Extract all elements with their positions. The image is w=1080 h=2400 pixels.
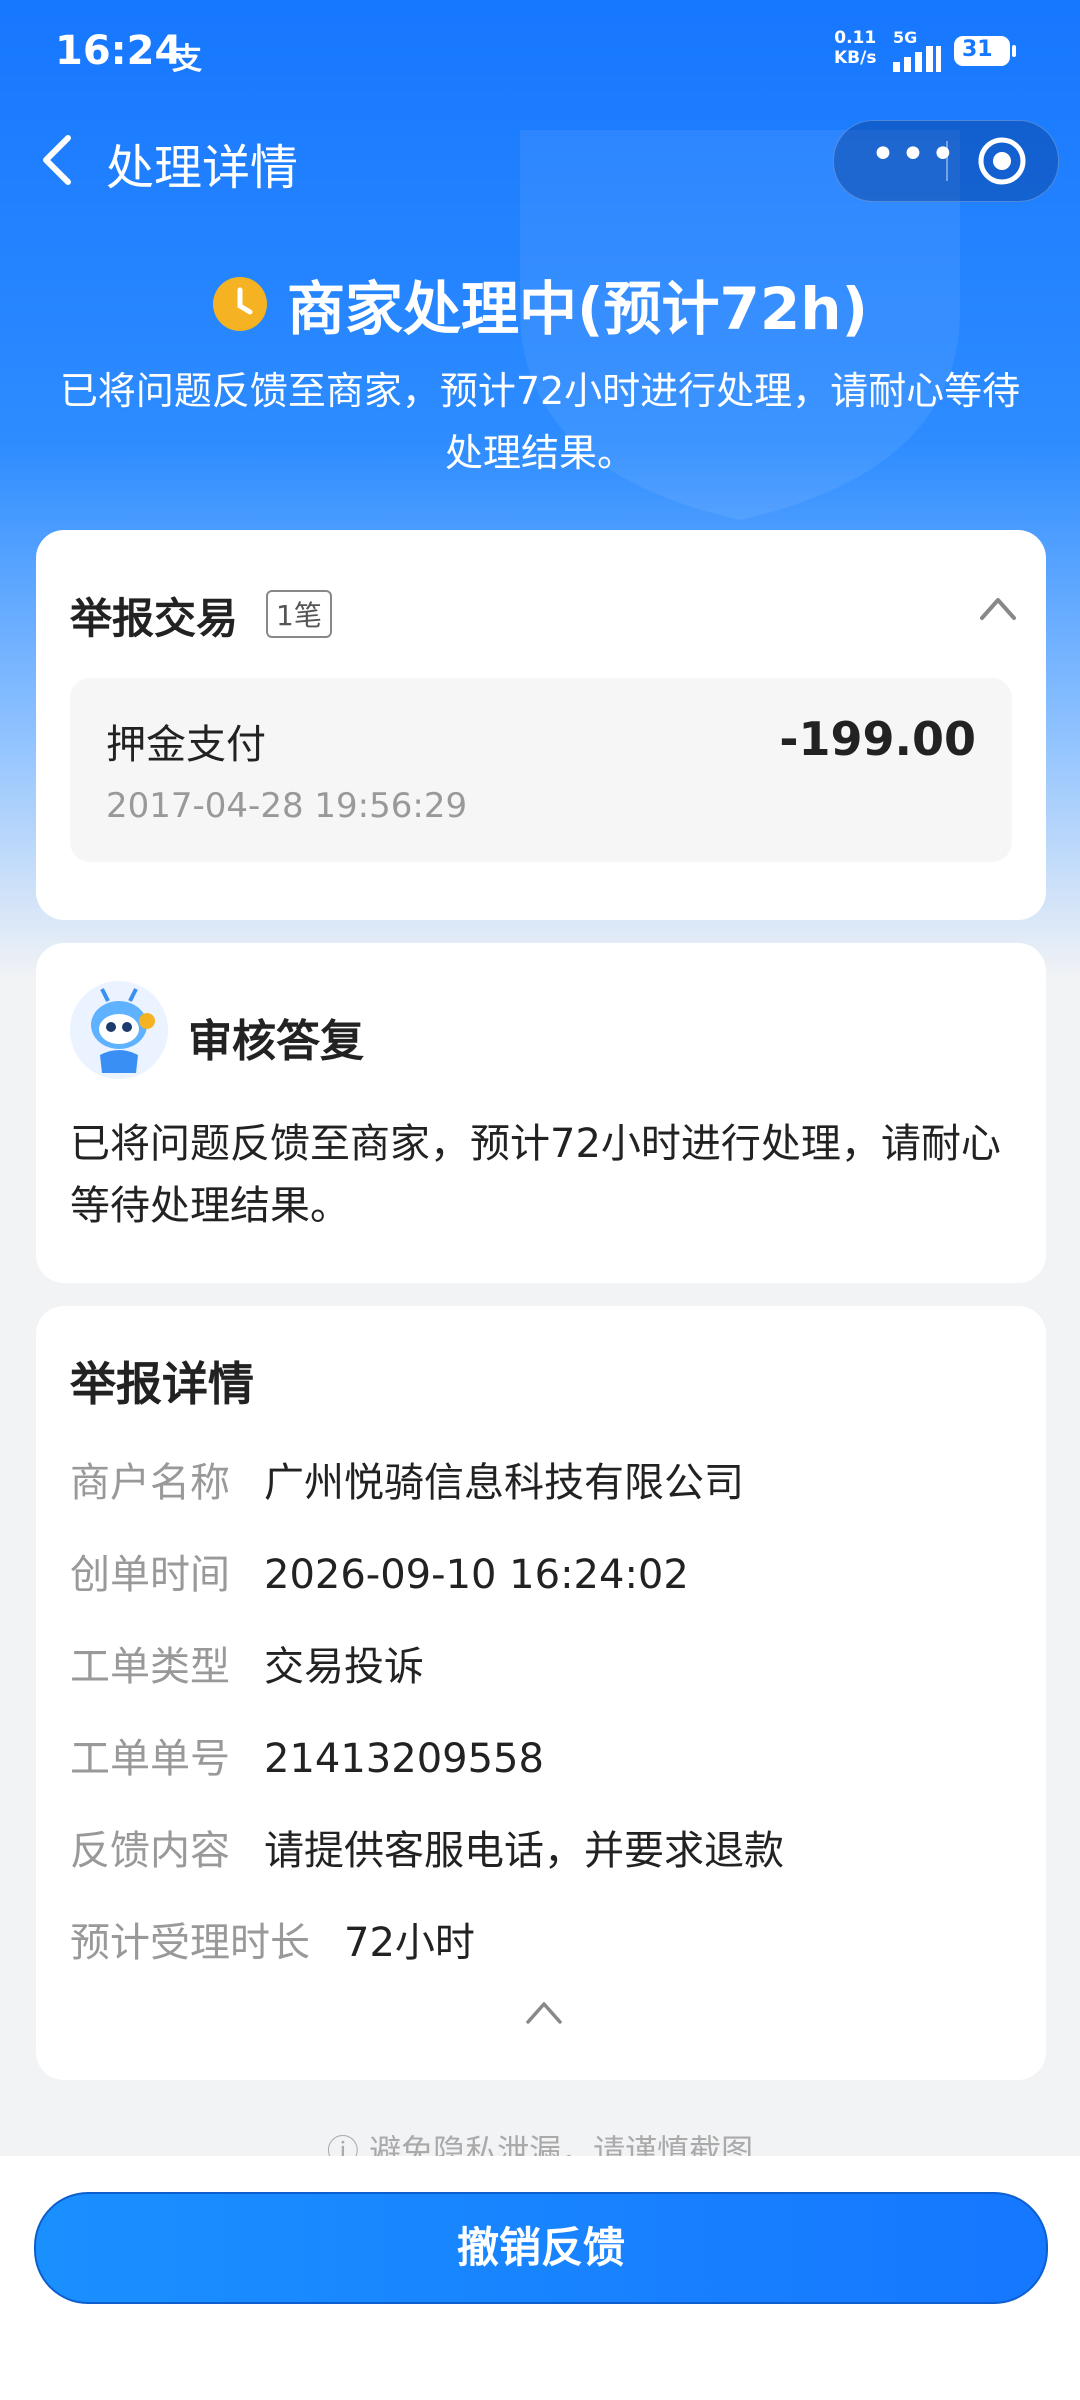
network-speed-value: 0.11: [834, 28, 877, 48]
status-description: 已将问题反馈至商家，预计72小时进行处理，请耐心等待处理结果。: [59, 369, 1021, 475]
transaction-name: 押金支付: [106, 722, 266, 768]
assistant-avatar: [70, 981, 168, 1079]
detail-row-merchant: 商户名称 广州悦骑信息科技有限公司: [70, 1450, 744, 1508]
network-speed-unit: KB/s: [834, 48, 877, 68]
report-transaction-title: 举报交易: [70, 594, 239, 643]
detail-row-created-time: 创单时间 2026-09-10 16:24:02: [70, 1542, 689, 1600]
chevron-up-icon[interactable]: [978, 590, 1018, 626]
network-speed: 0.11 KB/s: [834, 28, 876, 68]
transaction-item[interactable]: 押金支付 -199.00 2017-04-28 19:56:29: [70, 678, 1012, 862]
report-details-title: 举报详情: [70, 1357, 254, 1411]
review-reply-card: 审核答复 已将问题反馈至商家，预计72小时进行处理，请耐心等待处理结果。: [36, 943, 1046, 1283]
robot-mascot-icon: [70, 981, 168, 1079]
report-transaction-card: 举报交易 1笔 押金支付 -199.00 2017-04-28 19:56:29: [36, 530, 1046, 920]
clock-icon: [212, 277, 267, 331]
bottom-action-bar: 撤销反馈: [0, 2156, 1080, 2400]
review-reply-body: 已将问题反馈至商家，预计72小时进行处理，请耐心等待处理结果。: [70, 1121, 1001, 1229]
processing-status: 商家处理中(预计72h): [0, 262, 1080, 346]
signal-icon: [893, 46, 941, 72]
battery-level: 31: [962, 37, 993, 62]
detail-label: 工单类型: [70, 1644, 230, 1690]
detail-row-expected-duration: 预计受理时长 72小时: [70, 1910, 475, 1968]
battery-icon: 31: [954, 36, 1016, 66]
mini-program-capsule: •••: [833, 120, 1059, 202]
detail-value: 2026-09-10 16:24:02: [264, 1552, 689, 1598]
detail-value: 广州悦骑信息科技有限公司: [264, 1460, 744, 1506]
detail-value: 72小时: [344, 1920, 475, 1966]
collapse-chevron-icon[interactable]: [524, 1996, 564, 2028]
detail-row-feedback-content: 反馈内容 请提供客服电话，并要求退款: [70, 1818, 784, 1876]
alipay-notification-icon: 支: [172, 42, 202, 77]
detail-value: 21413209558: [264, 1736, 544, 1782]
close-mini-program-icon[interactable]: [976, 135, 1028, 187]
detail-value: 请提供客服电话，并要求退款: [264, 1828, 784, 1874]
detail-label: 商户名称: [70, 1460, 230, 1506]
back-arrow-icon[interactable]: [30, 128, 90, 192]
capsule-divider: [946, 141, 948, 181]
transaction-timestamp: 2017-04-28 19:56:29: [106, 786, 468, 826]
review-reply-title: 审核答复: [188, 1016, 364, 1067]
status-title: 商家处理中(预计72h): [287, 275, 869, 343]
detail-value: 交易投诉: [264, 1644, 424, 1690]
page-title: 处理详情: [106, 140, 299, 196]
status-time: 16:24: [55, 28, 183, 74]
detail-label: 预计受理时长: [70, 1920, 310, 1966]
detail-label: 反馈内容: [70, 1828, 230, 1874]
nav-bar: 处理详情 •••: [0, 110, 1080, 210]
detail-label: 工单单号: [70, 1736, 230, 1782]
transaction-amount: -199.00: [779, 712, 976, 766]
transaction-count-badge: 1笔: [266, 590, 332, 638]
status-bar: 16:24 支 0.11 KB/s 5G 31: [0, 0, 1080, 100]
detail-label: 创单时间: [70, 1552, 230, 1598]
cancel-feedback-button[interactable]: 撤销反馈: [34, 2192, 1048, 2304]
network-type: 5G: [893, 28, 918, 47]
detail-row-ticket-number: 工单单号 21413209558: [70, 1726, 544, 1784]
report-details-card: 举报详情 商户名称 广州悦骑信息科技有限公司 创单时间 2026-09-10 16:…: [36, 1306, 1046, 2080]
detail-row-ticket-type: 工单类型 交易投诉: [70, 1634, 424, 1692]
